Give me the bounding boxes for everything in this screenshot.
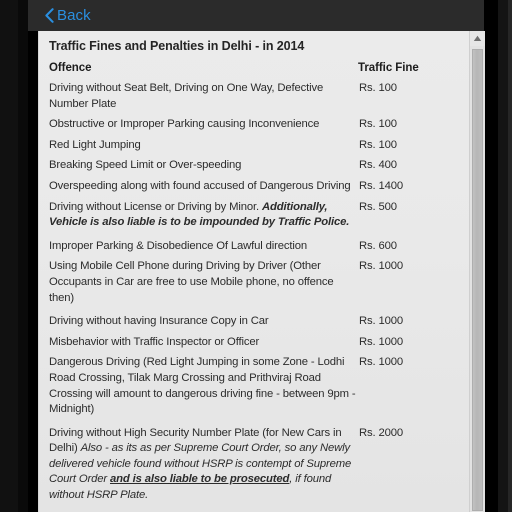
table-row: Overspeeding along with found accused of… <box>49 178 453 199</box>
offence-cell: Using Mobile Cell Phone during Driving b… <box>49 260 334 304</box>
offence-cell: Driving without License or Driving by Mi… <box>49 199 358 238</box>
fine-cell: Rs. 2000 <box>359 426 404 439</box>
fine-cell: Rs. 600 <box>359 239 397 252</box>
fine-cell: Rs. 400 <box>359 159 397 172</box>
fine-cell: Rs. 500 <box>359 200 397 213</box>
fine-cell: Rs. 1400 <box>359 179 404 192</box>
fine-cell: Rs. 100 <box>359 118 397 131</box>
offence-cell: Misbehavior with Traffic Inspector or Of… <box>49 335 260 348</box>
offence-cell: Improper Parking & Disobedience Of Lawfu… <box>49 239 307 252</box>
column-header-offence: Offence <box>49 62 92 74</box>
table-row: Using Mobile Cell Phone during Driving b… <box>49 258 453 313</box>
chevron-left-icon <box>45 8 54 23</box>
offence-cell: Red Light Jumping <box>49 138 141 151</box>
page-title: Traffic Fines and Penalties in Delhi - i… <box>49 39 305 53</box>
vertical-scrollbar[interactable] <box>469 31 485 512</box>
table-row: Misbehavior with Traffic Inspector or Of… <box>49 334 453 355</box>
scroll-up-button[interactable] <box>470 31 485 46</box>
table-row: Driving without Seat Belt, Driving on On… <box>49 80 453 116</box>
fine-cell: Rs. 1000 <box>359 315 404 328</box>
scroll-thumb[interactable] <box>472 49 483 511</box>
screen: Back Traffic Fines and Penalties in Delh… <box>0 0 512 512</box>
table-header-row: Offence Traffic Fine <box>49 59 453 80</box>
table-row: Driving without License or Driving by Mi… <box>49 199 453 238</box>
navigation-bar: Back <box>28 0 484 31</box>
offence-cell: Overspeeding along with found accused of… <box>49 179 351 192</box>
fine-cell: Rs. 100 <box>359 138 397 151</box>
offence-cell: Driving without having Insurance Copy in… <box>49 315 269 328</box>
table-row: Obstructive or Improper Parking causing … <box>49 116 453 137</box>
content-panel: Traffic Fines and Penalties in Delhi - i… <box>38 31 485 512</box>
device-bezel-left <box>0 0 19 512</box>
offence-cell: Dangerous Driving (Red Light Jumping in … <box>49 356 356 416</box>
back-button-label: Back <box>57 7 91 24</box>
table-row: Driving without having Insurance Copy in… <box>49 313 453 334</box>
offence-cell: Breaking Speed Limit or Over-speeding <box>49 159 242 172</box>
fine-cell: Rs. 1000 <box>359 260 404 273</box>
fine-cell: Rs. 1000 <box>359 356 404 369</box>
offence-cell: Obstructive or Improper Parking causing … <box>49 118 320 131</box>
column-header-fine: Traffic Fine <box>358 62 419 74</box>
triangle-up-icon <box>473 35 482 42</box>
table-row: Improper Parking & Disobedience Of Lawfu… <box>49 238 453 259</box>
table-row: Breaking Speed Limit or Over-speeding Rs… <box>49 157 453 178</box>
text-run: and is also liable to be prosecuted <box>109 473 290 486</box>
fines-table: Offence Traffic Fine Driving without Sea… <box>49 59 453 512</box>
table-row: Dangerous Driving (Red Light Jumping in … <box>49 354 453 424</box>
table-header: Offence Traffic Fine <box>49 59 453 80</box>
back-button[interactable]: Back <box>45 5 91 26</box>
device-bezel-right-edge <box>508 0 512 512</box>
text-run: Driving without License or Driving by Mi… <box>49 200 262 213</box>
device-bezel-left-inner <box>18 0 28 512</box>
offence-cell: Driving without High Security Number Pla… <box>49 425 358 511</box>
table-body: Driving without Seat Belt, Driving on On… <box>49 80 453 512</box>
table-row: Driving without High Security Number Pla… <box>49 425 453 511</box>
fine-cell: Rs. 1000 <box>359 335 404 348</box>
table-row: Red Light Jumping Rs. 100 <box>49 137 453 158</box>
fine-cell: Rs. 100 <box>359 82 397 94</box>
offence-cell: Driving without Seat Belt, Driving on On… <box>49 82 324 110</box>
